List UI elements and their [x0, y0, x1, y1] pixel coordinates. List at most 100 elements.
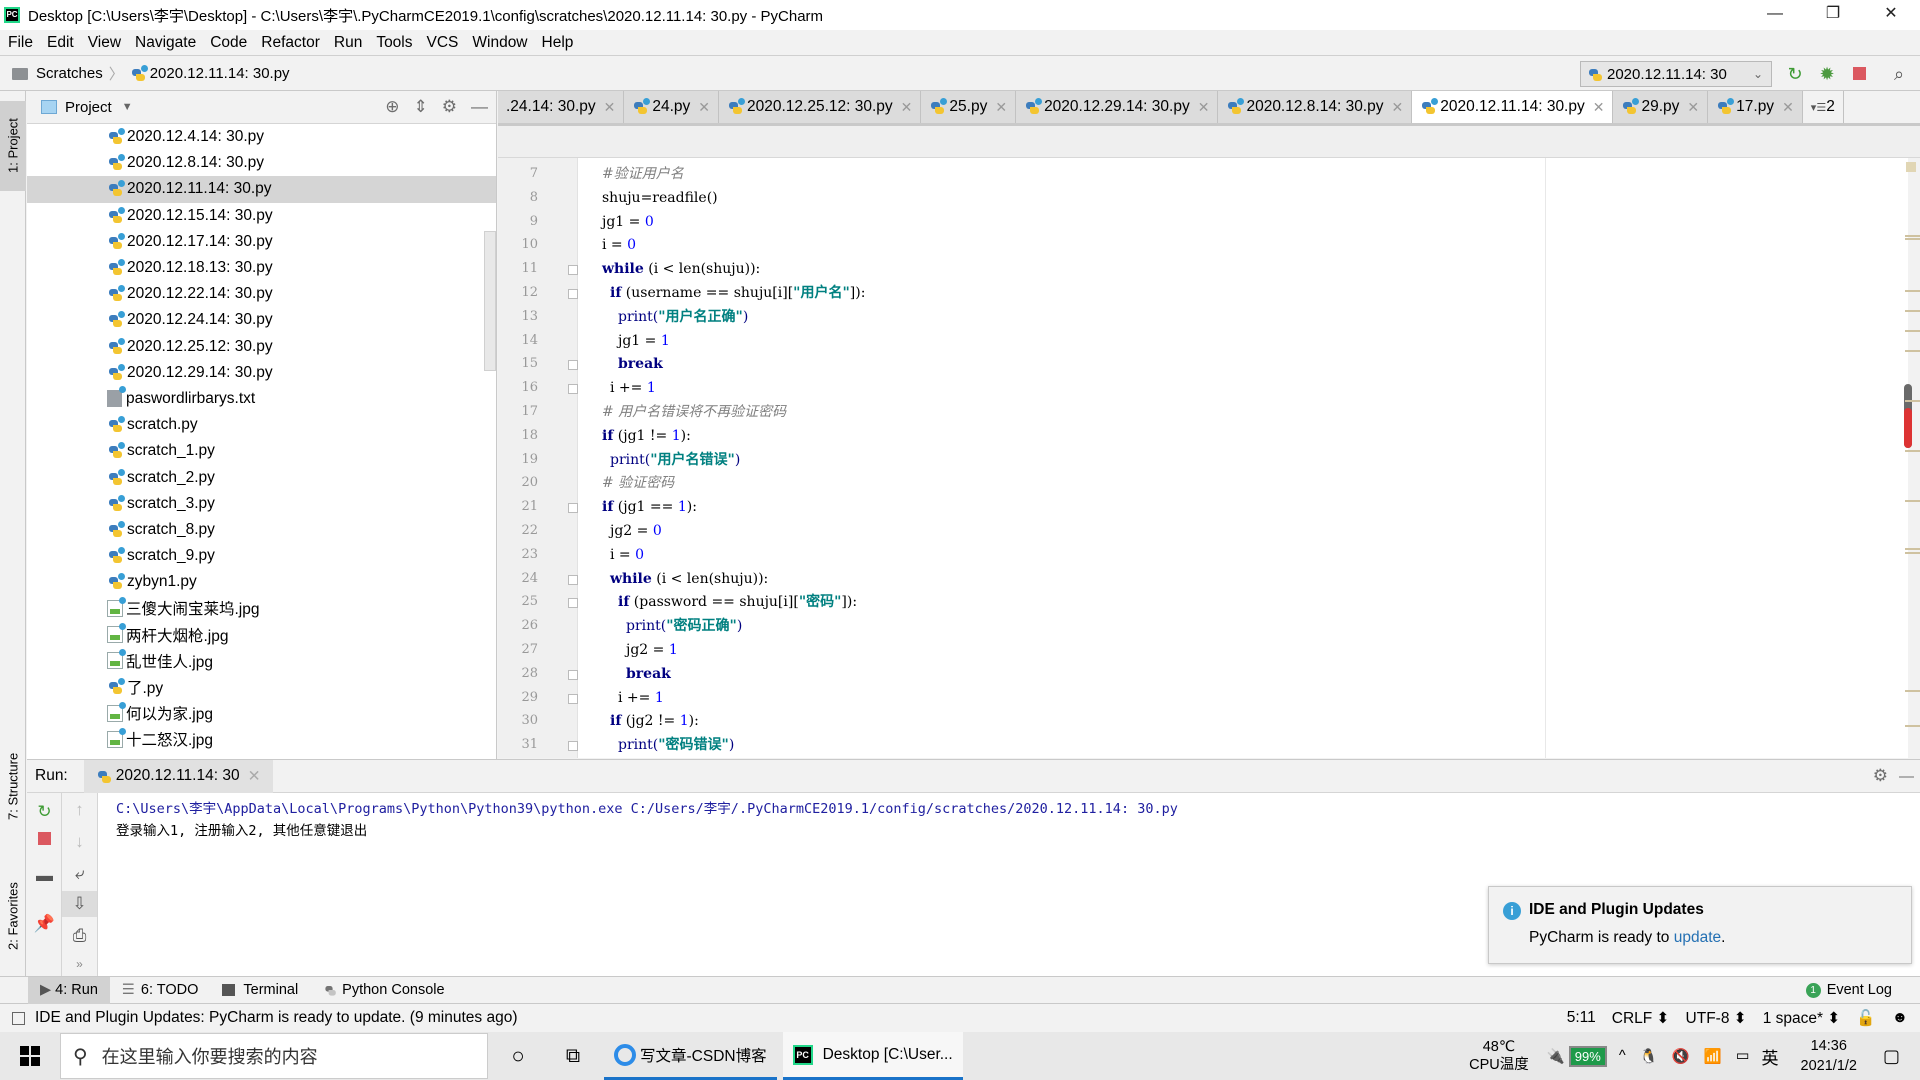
qq-icon[interactable]: 🐧 [1640, 1048, 1658, 1065]
project-tree-item[interactable]: scratch_8.py [27, 517, 496, 543]
project-tree-item[interactable]: 2020.12.8.14: 30.py [27, 150, 496, 176]
tool-tab-run[interactable]: ▶ 4: Run [28, 976, 110, 1004]
project-tree-item[interactable]: 2020.12.11.14: 30.py [27, 176, 496, 203]
volume-muted-icon[interactable]: 🔇 [1672, 1048, 1690, 1065]
favorites-tool-tab[interactable]: 2: Favorites [0, 861, 26, 971]
chevron-down-icon[interactable]: ▼ [122, 101, 133, 113]
down-arrow-icon[interactable]: ↓ [62, 829, 97, 855]
fold-marker-icon[interactable] [568, 384, 578, 395]
ime-indicator[interactable]: 英 [1762, 1044, 1779, 1069]
structure-tool-tab[interactable]: 7: Structure [0, 731, 26, 841]
menu-refactor[interactable]: Refactor [261, 34, 320, 52]
project-tree-item[interactable]: 乱世佳人.jpg [27, 648, 496, 674]
scrollbar-marker[interactable] [1905, 290, 1920, 292]
fold-marker-icon[interactable] [568, 669, 578, 680]
scrollbar-marker[interactable] [1905, 330, 1920, 332]
menu-run[interactable]: Run [334, 34, 362, 52]
start-button[interactable] [0, 1046, 60, 1066]
menu-help[interactable]: Help [542, 34, 574, 52]
wifi-icon[interactable]: 📶 [1704, 1048, 1722, 1065]
status-message[interactable]: IDE and Plugin Updates: PyCharm is ready… [35, 1009, 517, 1027]
project-tool-tab[interactable]: 1: Project [0, 101, 26, 191]
debug-icon[interactable]: ✹ [1816, 63, 1838, 85]
run-tab[interactable]: 2020.12.11.14: 30 ✕ [83, 759, 273, 793]
menu-file[interactable]: File [8, 34, 33, 52]
editor-tab[interactable]: 25.py ✕ [921, 91, 1017, 123]
project-tree-item[interactable]: scratch_9.py [27, 543, 496, 569]
fold-marker-icon[interactable] [568, 503, 578, 514]
notification-toggle-icon[interactable] [12, 1011, 25, 1025]
inspector-icon[interactable]: ☻ [1892, 1009, 1908, 1028]
line-separator[interactable]: CRLF ⬍ [1612, 1009, 1670, 1028]
run-configuration-select[interactable]: 2020.12.11.14: 30 ⌄ [1580, 61, 1772, 87]
minimize-button[interactable]: — [1746, 0, 1804, 30]
stop-icon[interactable] [27, 827, 62, 853]
close-tab-icon[interactable]: ✕ [1392, 99, 1404, 116]
rerun-icon[interactable]: ↻ [27, 799, 62, 825]
stop-icon[interactable] [1848, 63, 1870, 85]
project-tree-item[interactable]: 2020.12.29.14: 30.py [27, 360, 496, 386]
pin-icon[interactable]: 📌 [27, 911, 62, 937]
close-tab-icon[interactable]: ✕ [1687, 99, 1699, 116]
scrollbar-marker[interactable] [1905, 500, 1920, 502]
menu-view[interactable]: View [88, 34, 121, 52]
cortana-icon[interactable]: ○ [488, 1043, 548, 1069]
close-tab-icon[interactable]: ✕ [604, 99, 616, 116]
close-tab-icon[interactable]: ✕ [1198, 99, 1210, 116]
menu-window[interactable]: Window [472, 34, 527, 52]
fold-marker-icon[interactable] [568, 265, 578, 276]
indent-setting[interactable]: 1 space* ⬍ [1763, 1009, 1841, 1028]
project-tree-item[interactable]: 2020.12.22.14: 30.py [27, 281, 496, 307]
battery-indicator[interactable]: 99% [1568, 1045, 1607, 1067]
scrollbar-marker[interactable] [1905, 725, 1920, 727]
rerun-icon[interactable]: ↻ [1784, 63, 1806, 85]
project-tree-item[interactable]: scratch.py [27, 412, 496, 438]
project-tree-item[interactable]: 两杆大烟枪.jpg [27, 622, 496, 648]
project-tree-item[interactable]: 2020.12.25.12: 30.py [27, 334, 496, 360]
scrollbar-marker[interactable] [1905, 552, 1920, 554]
project-tree-item[interactable]: 2020.12.24.14: 30.py [27, 307, 496, 333]
fold-marker-icon[interactable] [568, 741, 578, 752]
hide-icon[interactable]: — [1899, 768, 1914, 785]
hide-icon[interactable]: — [471, 97, 488, 117]
project-tree-item[interactable]: 2020.12.15.14: 30.py [27, 203, 496, 229]
search-icon[interactable]: ⌕ [1888, 63, 1910, 85]
fold-marker-icon[interactable] [568, 574, 578, 585]
taskbar-app-pycharm[interactable]: PC Desktop [C:\User... [782, 1032, 963, 1080]
project-tree-item[interactable]: scratch_3.py [27, 491, 496, 517]
up-arrow-icon[interactable]: ↑ [62, 797, 97, 823]
fold-marker-icon[interactable] [568, 360, 578, 371]
clock[interactable]: 14:36 2021/1/2 [1801, 1036, 1857, 1076]
breadcrumb-file[interactable]: 2020.12.11.14: 30.py [150, 65, 290, 82]
scrollbar-marker[interactable] [1905, 238, 1920, 240]
tool-tab-todo[interactable]: ☰ 6: TODO [110, 977, 210, 1004]
editor-tab[interactable]: 24.py ✕ [624, 91, 720, 123]
gear-icon[interactable]: ⚙ [1873, 766, 1888, 786]
menu-code[interactable]: Code [210, 34, 247, 52]
scrollbar-marker[interactable] [1905, 235, 1920, 237]
editor-tab[interactable]: 17.py ✕ [1708, 91, 1803, 123]
update-link[interactable]: update [1674, 929, 1721, 946]
lock-icon[interactable]: 🔓 [1856, 1009, 1875, 1028]
project-scrollbar[interactable] [484, 231, 496, 371]
soft-wrap-icon[interactable]: ⤶ [62, 861, 97, 887]
project-panel-title[interactable]: Project [65, 99, 112, 116]
task-view-icon[interactable]: ⧉ [548, 1045, 598, 1068]
battery-icon[interactable]: ▭ [1736, 1048, 1750, 1064]
collapse-all-icon[interactable]: ⇕ [414, 97, 428, 117]
scrollbar-marker[interactable] [1905, 548, 1920, 550]
fold-marker-icon[interactable] [568, 693, 578, 704]
close-icon[interactable]: ✕ [248, 767, 261, 786]
project-tree-item[interactable]: scratch_1.py [27, 438, 496, 464]
close-tab-icon[interactable]: ✕ [698, 99, 710, 116]
close-button[interactable]: ✕ [1862, 0, 1920, 30]
project-tree-item[interactable]: 2020.12.17.14: 30.py [27, 229, 496, 255]
event-log-button[interactable]: 1 Event Log [1805, 982, 1892, 998]
scrollbar-marker[interactable] [1905, 690, 1920, 692]
scrollbar-marker[interactable] [1905, 310, 1920, 312]
scrollbar-marker[interactable] [1905, 350, 1920, 352]
print-icon[interactable]: ⎙ [62, 923, 97, 949]
locate-icon[interactable]: ⊕ [385, 97, 399, 117]
restore-button[interactable]: ❐ [1804, 0, 1862, 30]
project-tree-item[interactable]: 了.py [27, 674, 496, 700]
